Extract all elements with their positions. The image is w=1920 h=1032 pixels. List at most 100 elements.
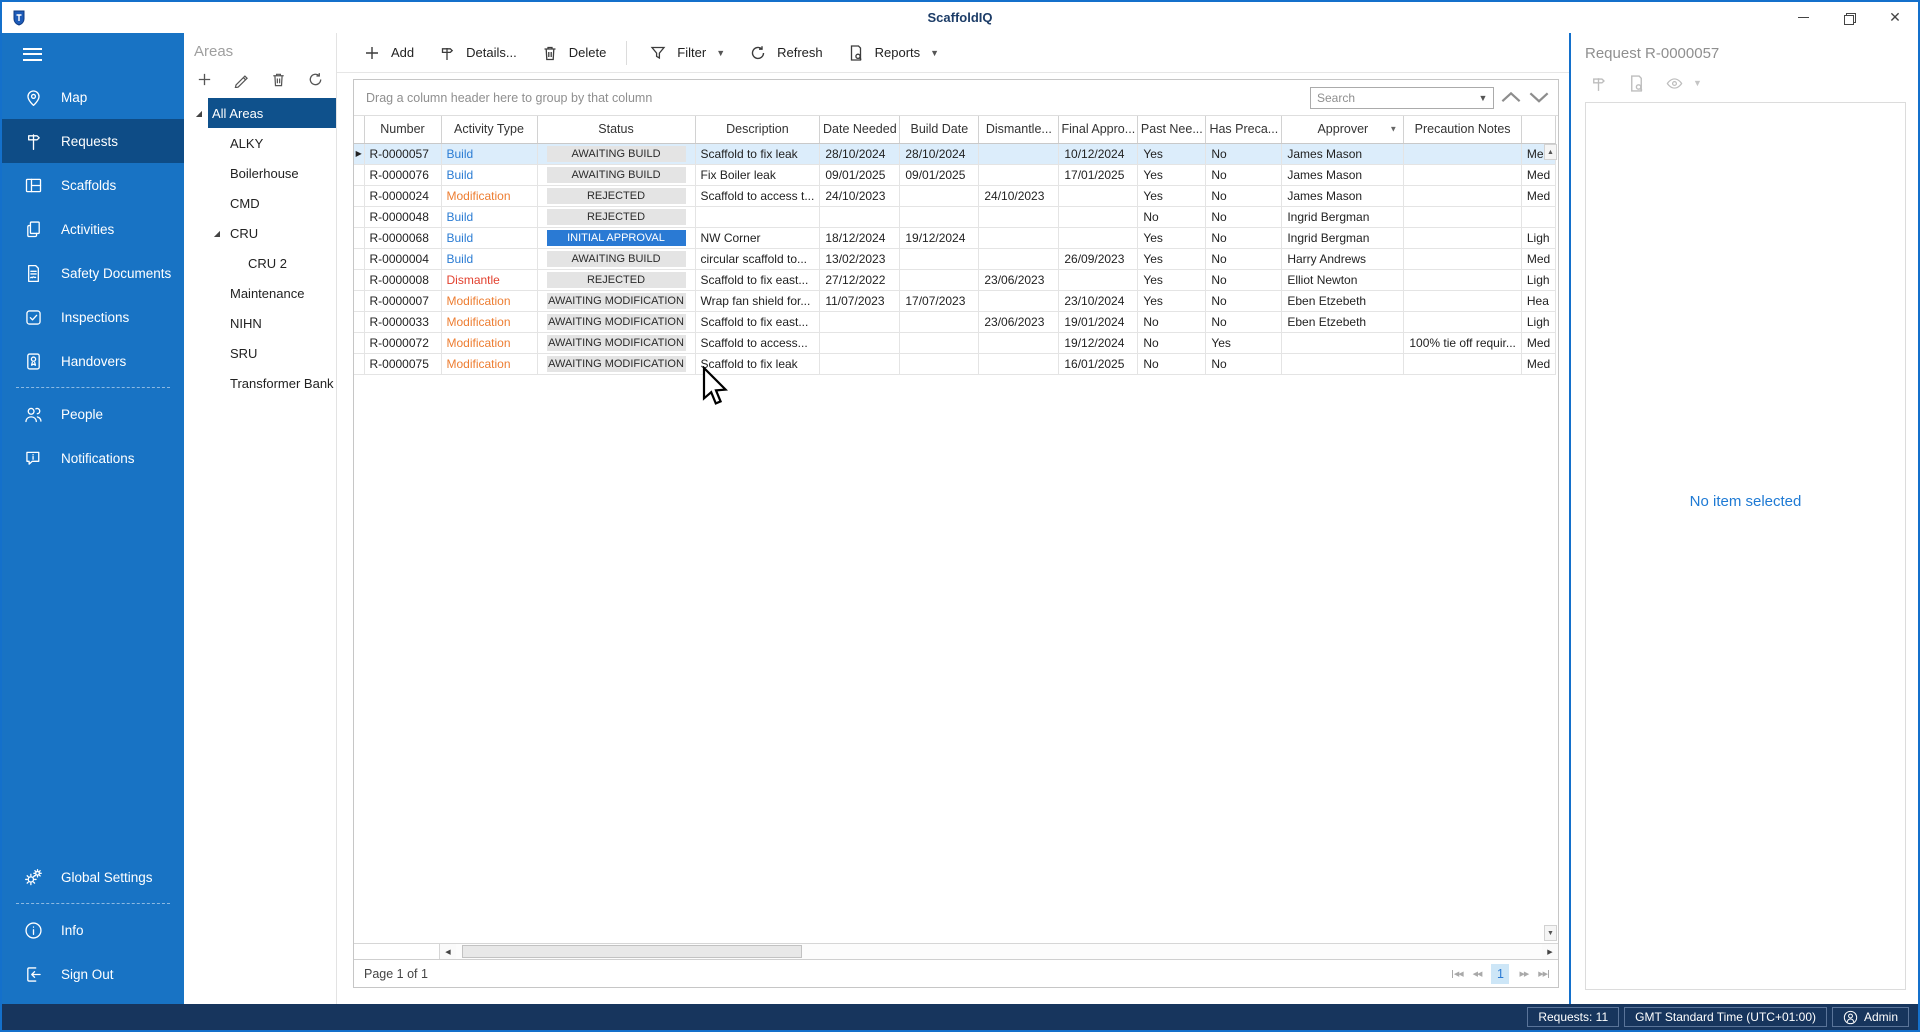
sidebar-item-info[interactable]: Info (2, 908, 184, 952)
tree-item-transformer-bank[interactable]: Transformer Bank (184, 368, 336, 398)
horizontal-scrollbar[interactable]: ◀ ▶ (354, 943, 1558, 959)
table-row[interactable]: R-0000072ModificationAWAITING MODIFICATI… (354, 332, 1556, 353)
sidebar-item-inspections[interactable]: Inspections (2, 295, 184, 339)
tree-item-nihn[interactable]: NIHN (184, 308, 336, 338)
column-header-dismantle_date[interactable]: Dismantle... (979, 116, 1059, 143)
search-dropdown-icon[interactable]: ▼ (1473, 88, 1493, 108)
edit-area-icon[interactable] (230, 68, 252, 90)
cell-date_needed: 27/12/2022 (820, 269, 900, 290)
column-header-date_needed[interactable]: Date Needed (820, 116, 900, 143)
row-indicator (354, 206, 364, 227)
sidebar-item-requests[interactable]: Requests (2, 119, 184, 163)
restore-button[interactable] (1826, 2, 1872, 33)
cell-has_precautions: Yes (1206, 332, 1282, 353)
sidebar-item-global-settings[interactable]: Global Settings (2, 855, 184, 899)
sidebar-item-notifications[interactable]: Notifications (2, 436, 184, 480)
activity-type: Build (447, 252, 474, 266)
search-input[interactable] (1311, 88, 1473, 108)
tree-item-boilerhouse[interactable]: Boilerhouse (184, 158, 336, 188)
previous-page-button[interactable]: ◀◀ (1473, 970, 1482, 978)
scroll-up-button[interactable]: ▲ (1544, 144, 1557, 160)
tree-item-cmd[interactable]: CMD (184, 188, 336, 218)
status-badge: REJECTED (547, 209, 686, 225)
row-indicator (354, 311, 364, 332)
column-header-approver[interactable]: Approver▼ (1282, 116, 1404, 143)
cell-number: R-0000057 (364, 143, 441, 164)
sidebar-item-sign-out[interactable]: Sign Out (2, 952, 184, 996)
sidebar-item-map[interactable]: Map (2, 75, 184, 119)
sidebar-item-activities[interactable]: Activities (2, 207, 184, 251)
table-row[interactable]: R-0000076BuildAWAITING BUILDFix Boiler l… (354, 164, 1556, 185)
table-row[interactable]: ▶R-0000057BuildAWAITING BUILDScaffold to… (354, 143, 1556, 164)
column-header-indicator[interactable] (354, 116, 364, 143)
delete-button[interactable]: Delete (529, 36, 617, 70)
table-row[interactable]: R-0000075ModificationAWAITING MODIFICATI… (354, 353, 1556, 374)
column-header-has_precautions[interactable]: Has Preca... (1206, 116, 1282, 143)
table-row[interactable]: R-0000004BuildAWAITING BUILDcircular sca… (354, 248, 1556, 269)
close-button[interactable]: ✕ (1872, 2, 1918, 33)
cell-past_needed: No (1138, 206, 1206, 227)
table-row[interactable]: R-0000048BuildREJECTEDNoNoIngrid Bergman (354, 206, 1556, 227)
eye-icon[interactable] (1663, 72, 1685, 94)
tree-item-label: CRU (226, 218, 336, 248)
next-page-button[interactable]: ▶▶ (1519, 970, 1528, 978)
tree-item-alky[interactable]: ALKY (184, 128, 336, 158)
first-page-button[interactable]: ◀◀ (1451, 970, 1463, 978)
refresh-areas-icon[interactable] (304, 68, 326, 90)
column-header-description[interactable]: Description (695, 116, 820, 143)
column-header-past_needed[interactable]: Past Nee... (1138, 116, 1206, 143)
column-header-duty[interactable] (1521, 116, 1555, 143)
scroll-right-button[interactable]: ▶ (1542, 944, 1558, 959)
table-row[interactable]: R-0000068BuildINITIAL APPROVALNW Corner1… (354, 227, 1556, 248)
current-page-button[interactable]: 1 (1491, 964, 1509, 984)
tree-item-cru-2[interactable]: CRU 2 (184, 248, 336, 278)
cell-dismantle_date (979, 248, 1059, 269)
last-page-button[interactable]: ▶▶ (1538, 970, 1550, 978)
tree-item-all-areas[interactable]: ◢All Areas (184, 98, 336, 128)
activity-type: Dismantle (447, 273, 500, 287)
cell-duty: Med (1521, 185, 1555, 206)
sidebar-item-scaffolds[interactable]: Scaffolds (2, 163, 184, 207)
sidebar-item-handovers[interactable]: Handovers (2, 339, 184, 383)
scrollbar-thumb[interactable] (462, 945, 802, 958)
column-header-activity[interactable]: Activity Type (441, 116, 537, 143)
signpost-icon[interactable] (1587, 72, 1609, 94)
column-header-final_approval[interactable]: Final Appro... (1059, 116, 1138, 143)
reports-button[interactable]: Reports ▼ (835, 36, 949, 70)
table-row[interactable]: R-0000008DismantleREJECTEDScaffold to fi… (354, 269, 1556, 290)
status-badge: AWAITING MODIFICATION (547, 356, 686, 372)
group-by-band[interactable]: Drag a column header here to group by th… (354, 80, 1558, 116)
tree-item-label: Transformer Bank (226, 368, 336, 398)
table-row[interactable]: R-0000007ModificationAWAITING MODIFICATI… (354, 290, 1556, 311)
delete-area-icon[interactable] (267, 68, 289, 90)
sidebar-item-safety-documents[interactable]: Safety Documents (2, 251, 184, 295)
tree-item-cru[interactable]: ◢CRU (184, 218, 336, 248)
column-header-build_date[interactable]: Build Date (900, 116, 979, 143)
user-badge[interactable]: Admin (1832, 1007, 1909, 1027)
collapse-up-icon[interactable] (1500, 87, 1522, 109)
tree-expander-icon[interactable]: ◢ (208, 218, 226, 248)
minimize-button[interactable] (1780, 2, 1826, 33)
add-area-icon[interactable] (193, 68, 215, 90)
tree-item-maintenance[interactable]: Maintenance (184, 278, 336, 308)
column-header-status[interactable]: Status (537, 116, 695, 143)
filter-dropdown-icon[interactable]: ▼ (1389, 125, 1397, 134)
report-icon[interactable] (1625, 72, 1647, 94)
scroll-down-button[interactable]: ▼ (1544, 925, 1557, 941)
refresh-button[interactable]: Refresh (737, 36, 833, 70)
scroll-left-button[interactable]: ◀ (440, 944, 456, 959)
table-row[interactable]: R-0000024ModificationREJECTEDScaffold to… (354, 185, 1556, 206)
sidebar-item-people[interactable]: People (2, 392, 184, 436)
tree-expander-icon[interactable]: ◢ (190, 98, 208, 128)
details-button[interactable]: Details... (426, 36, 527, 70)
filter-button[interactable]: Filter ▼ (637, 36, 735, 70)
tree-item-sru[interactable]: SRU (184, 338, 336, 368)
menu-toggle-button[interactable] (2, 33, 184, 75)
chevron-down-icon[interactable]: ▼ (1693, 78, 1702, 88)
collapse-down-icon[interactable] (1528, 87, 1550, 109)
column-header-number[interactable]: Number (364, 116, 441, 143)
table-row[interactable]: R-0000033ModificationAWAITING MODIFICATI… (354, 311, 1556, 332)
cell-number: R-0000072 (364, 332, 441, 353)
add-button[interactable]: Add (351, 36, 424, 70)
column-header-precaution_notes[interactable]: Precaution Notes (1404, 116, 1522, 143)
